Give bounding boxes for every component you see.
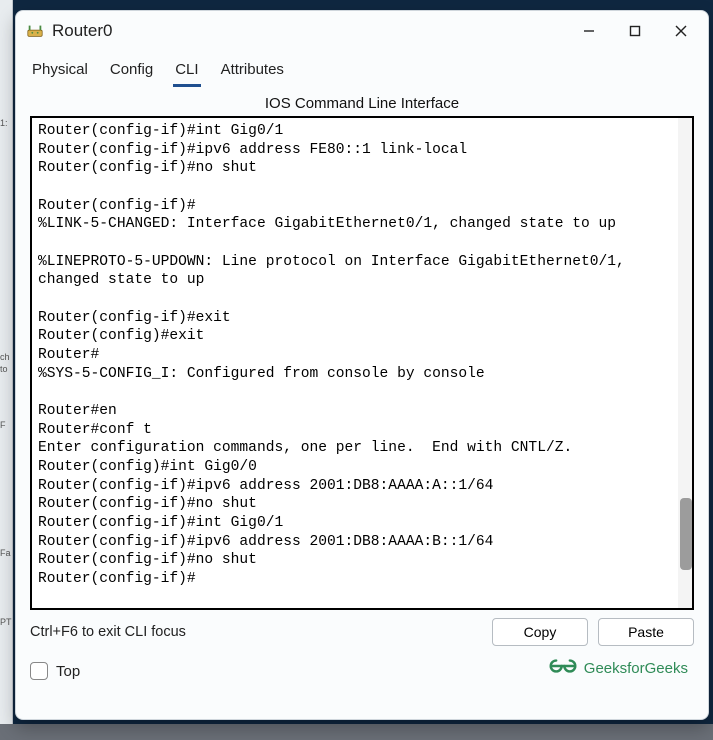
titlebar[interactable]: Router0 <box>16 11 708 51</box>
left-background-strip: 1: ch to F Fa PT <box>0 0 13 740</box>
bg-text: to <box>0 364 8 374</box>
paste-button[interactable]: Paste <box>598 618 694 646</box>
terminal-scrollbar-thumb[interactable] <box>680 498 692 570</box>
cli-terminal[interactable]: Router(config-if)#int Gig0/1 Router(conf… <box>32 118 692 608</box>
terminal-scrollbar-track[interactable] <box>678 118 692 608</box>
terminal-footer-row: Ctrl+F6 to exit CLI focus Copy Paste <box>16 610 708 652</box>
bg-text: F <box>0 420 6 430</box>
bg-text: Fa <box>0 548 11 558</box>
router-window: Router0 Physical Config CLI Attributes I… <box>15 10 709 720</box>
bg-text: PT <box>0 617 12 627</box>
cli-section-header: IOS Command Line Interface <box>16 87 708 116</box>
tab-attributes[interactable]: Attributes <box>219 57 286 87</box>
top-checkbox-group[interactable]: Top <box>30 662 80 680</box>
geeksforgeeks-label: GeeksforGeeks <box>584 660 688 677</box>
maximize-button[interactable] <box>612 13 658 49</box>
geeksforgeeks-brand: GeeksforGeeks <box>548 656 688 680</box>
cli-focus-hint: Ctrl+F6 to exit CLI focus <box>30 624 482 640</box>
bg-text: ch <box>0 352 10 362</box>
taskbar-strip <box>0 724 713 740</box>
bg-text: 1: <box>0 118 8 128</box>
window-title: Router0 <box>52 21 566 41</box>
minimize-button[interactable] <box>566 13 612 49</box>
tab-physical[interactable]: Physical <box>30 57 90 87</box>
geeksforgeeks-icon <box>548 656 578 680</box>
close-button[interactable] <box>658 13 704 49</box>
top-checkbox-label: Top <box>56 663 80 680</box>
window-footer: Top GeeksforGeeks <box>16 652 708 688</box>
tab-row: Physical Config CLI Attributes <box>16 51 708 87</box>
tab-config[interactable]: Config <box>108 57 155 87</box>
top-checkbox[interactable] <box>30 662 48 680</box>
copy-button[interactable]: Copy <box>492 618 588 646</box>
terminal-container: Router(config-if)#int Gig0/1 Router(conf… <box>30 116 694 610</box>
router-app-icon <box>26 22 44 40</box>
tab-cli[interactable]: CLI <box>173 57 200 87</box>
window-controls <box>566 13 704 49</box>
